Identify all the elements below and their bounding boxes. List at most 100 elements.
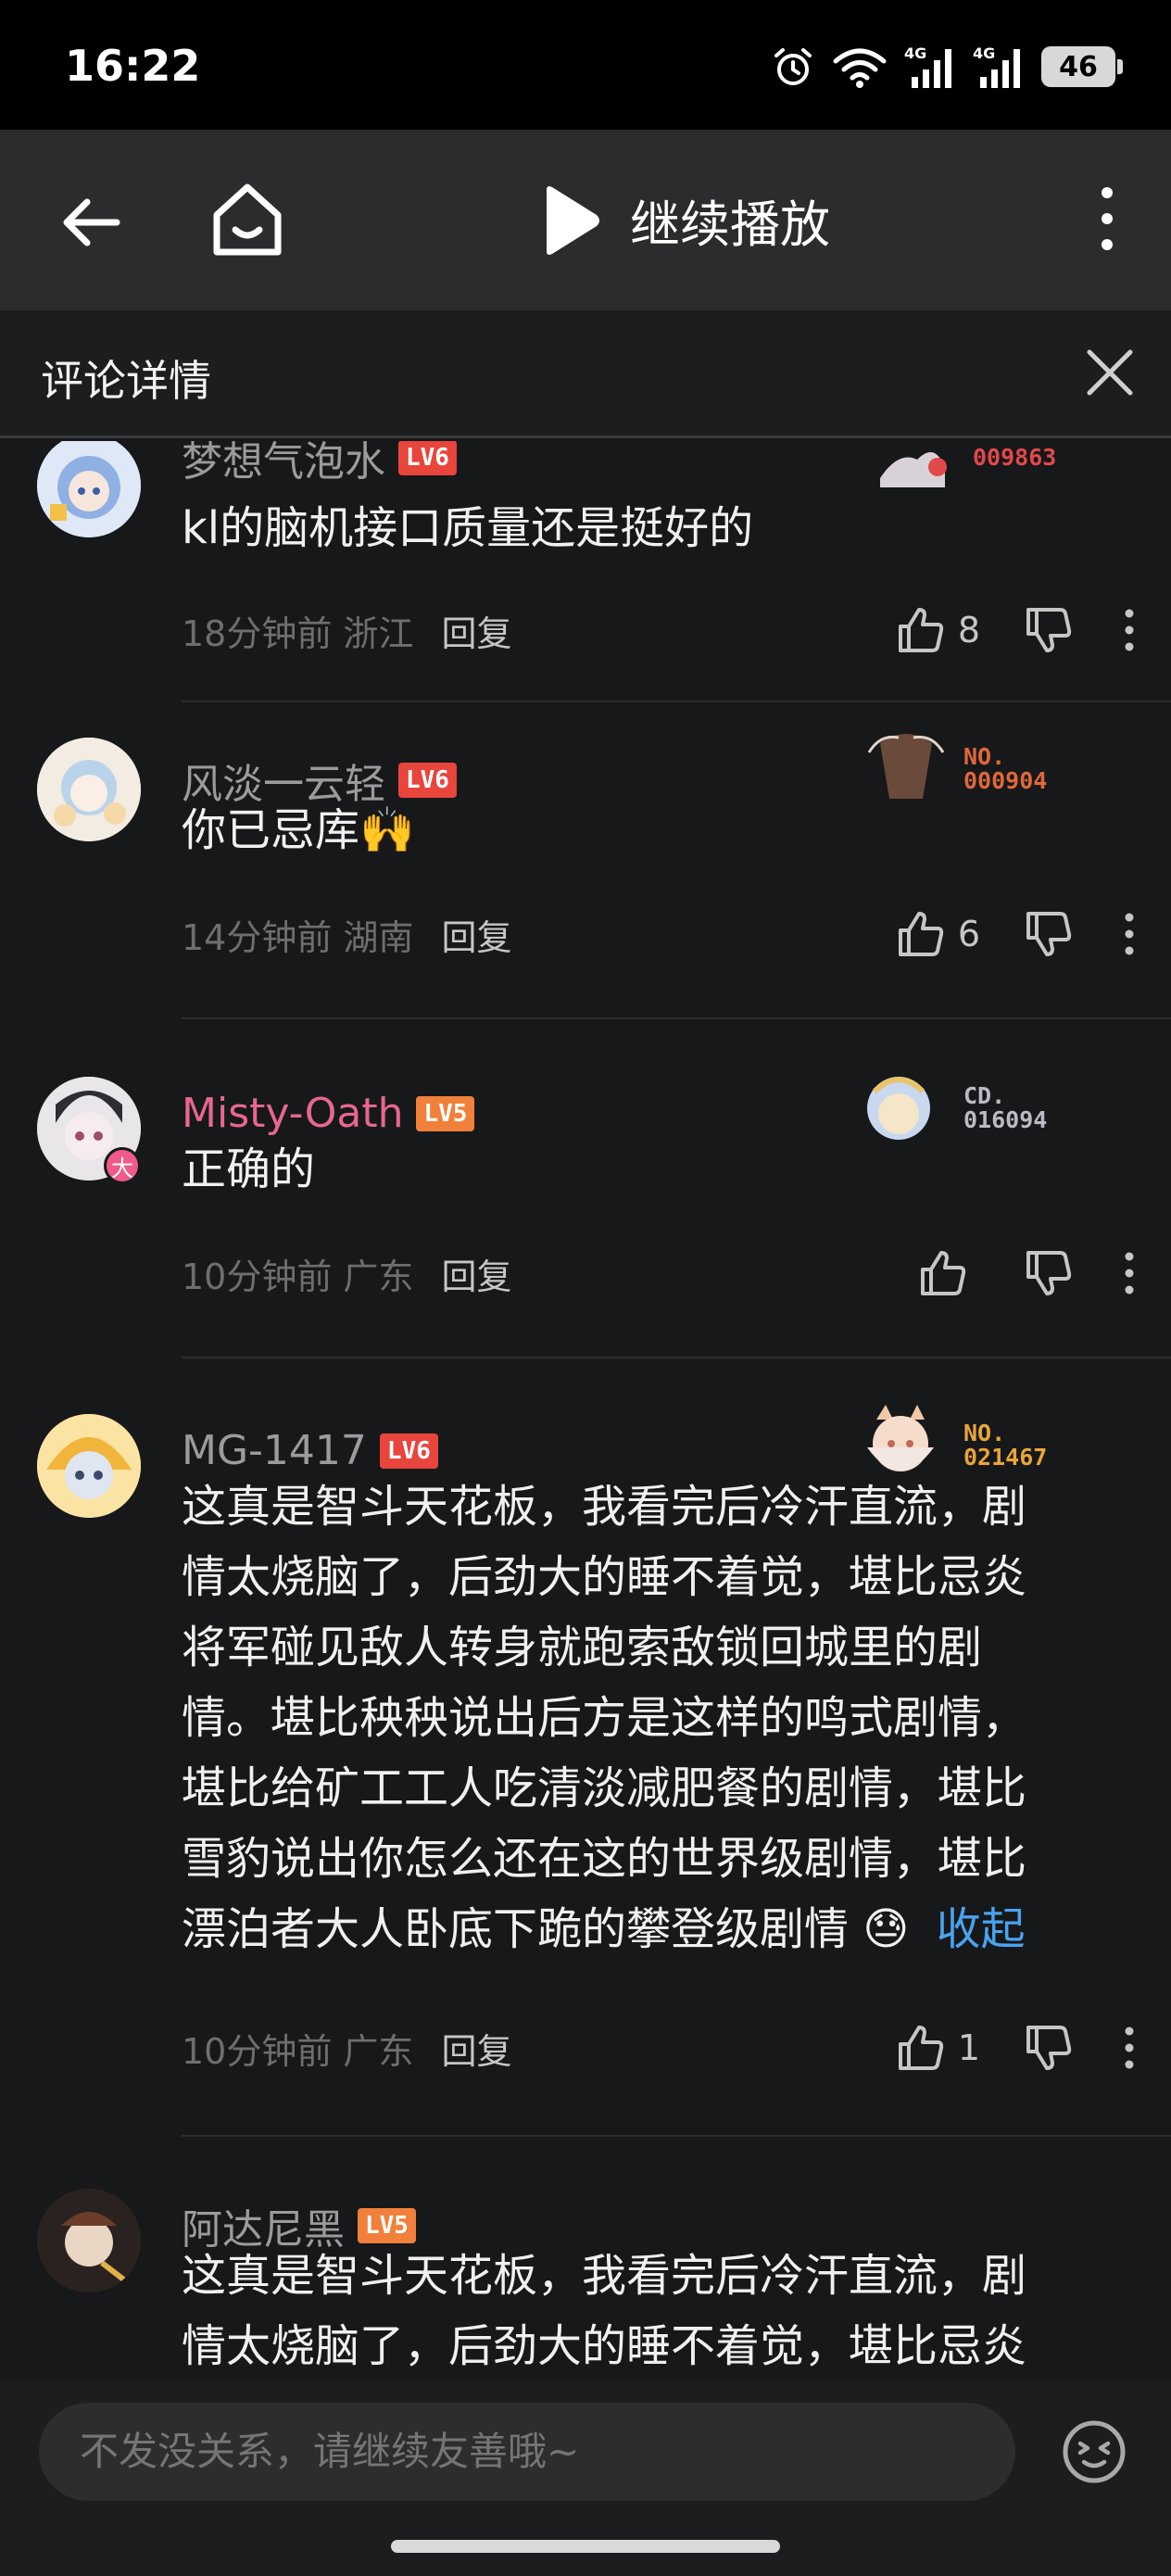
battery-indicator: 46 [1041, 46, 1123, 87]
divider [182, 2135, 1171, 2137]
comment-text: 这真是智斗天花板，我看完后冷汗直流，剧 情太烧脑了，后劲大的睡不着觉，堪比忌炎 [182, 2241, 1127, 2380]
wifi-icon [833, 48, 887, 88]
like-count: 8 [957, 610, 980, 650]
avatar[interactable] [37, 441, 141, 537]
comment-meta: 10分钟前 广东 回复 1 [182, 2020, 1136, 2076]
comment-meta: 14分钟前 湖南 回复 6 [182, 906, 1136, 962]
thumbs-down-icon[interactable] [1025, 1249, 1073, 1297]
alarm-icon [774, 48, 812, 85]
comment-text-line: 漂泊者大人卧底下跪的攀登级剧情 [182, 1903, 850, 1955]
fan-number-prefix: NO. [963, 1420, 1006, 1446]
home-icon[interactable] [206, 178, 289, 261]
like-button[interactable] [919, 1249, 980, 1297]
avatar[interactable] [37, 1414, 141, 1518]
level-badge: LV5 [358, 2208, 416, 2243]
fan-number-value: 021467 [963, 1444, 1048, 1471]
comment-user-row: MG-1417 LV6 [182, 1427, 438, 1474]
divider [182, 701, 1171, 702]
bottom-input-bar [0, 2380, 1171, 2576]
comment-text: kl的脑机接口质量还是挺好的 [182, 502, 754, 554]
status-time: 16:22 [65, 41, 201, 91]
thumbs-up-icon [921, 1251, 966, 1295]
play-icon [547, 185, 599, 255]
comment-actions [919, 1245, 1136, 1301]
comment-text: 正确的 [182, 1143, 316, 1195]
more-vertical-icon[interactable] [1123, 912, 1136, 956]
comment-meta: 18分钟前 浙江 回复 8 [182, 602, 1136, 658]
comment-meta: 10分钟前 广东 回复 [182, 1245, 1136, 1301]
fan-number: CD. 016094 [963, 1084, 1047, 1132]
fan-number: NO. 021467 [963, 1421, 1047, 1470]
avatar-image [37, 1414, 141, 1518]
level-badge: LV6 [379, 1433, 438, 1469]
comment-user-row: 梦想气泡水 LV6 [182, 441, 457, 487]
avatar-image [37, 2189, 141, 2292]
comment-detail-header: 评论详情 [0, 310, 1171, 438]
sweat-emoji: 😓 [863, 1903, 910, 1955]
thumbs-up-icon [898, 912, 943, 956]
avatar[interactable] [37, 2189, 141, 2292]
comment-text-line: 将军碰见敌人转身就跑索敌锁回城里的剧 [182, 1622, 983, 1673]
like-button[interactable]: 8 [897, 606, 980, 654]
home-indicator[interactable] [391, 2540, 780, 2553]
comment-text-line: 这真是智斗天花板，我看完后冷汗直流，剧 [182, 1481, 1027, 1533]
like-button[interactable]: 6 [897, 910, 980, 958]
comment-user-row: Misty-Oath LV5 [182, 1090, 475, 1137]
fan-number: NO. 000904 [963, 745, 1047, 793]
thumbs-down-icon[interactable] [1025, 606, 1073, 654]
avatar[interactable] [37, 738, 141, 841]
divider [182, 1357, 1171, 1358]
divider [182, 1017, 1171, 1019]
like-button[interactable]: 1 [897, 2024, 980, 2072]
emoji-icon[interactable] [1062, 2419, 1127, 2484]
fan-number: 009863 [973, 446, 1056, 470]
top-nav: 继续播放 [0, 130, 1171, 310]
thumbs-up-icon [898, 608, 943, 652]
comment-time-location: 18分钟前 浙江 [182, 612, 414, 654]
comment-time-location: 10分钟前 广东 [182, 1256, 414, 1297]
comment-time-location: 14分钟前 湖南 [182, 916, 414, 958]
back-arrow-icon[interactable] [56, 185, 130, 259]
thumbs-down-icon[interactable] [1025, 910, 1073, 958]
comment-text-line: 这真是智斗天花板，我看完后冷汗直流，剧 [182, 2250, 1027, 2302]
more-vertical-icon[interactable] [1123, 608, 1136, 652]
thumbs-down-icon[interactable] [1025, 2024, 1073, 2072]
collapse-link[interactable]: 收起 [937, 1903, 1026, 1955]
more-vertical-icon[interactable] [1123, 2026, 1136, 2070]
status-icons: 4G 4G 46 [771, 41, 1123, 93]
close-icon[interactable] [1082, 345, 1138, 400]
continue-play-label: 继续播放 [630, 196, 830, 254]
comment-list[interactable]: 梦想气泡水 LV6 009863 kl的脑机接口质量还是挺好的 18分钟前 浙江… [0, 441, 1171, 2380]
level-badge: LV5 [416, 1095, 475, 1131]
avatar-image [37, 441, 141, 537]
svg-text:4G: 4G [973, 44, 995, 62]
continue-play-button[interactable]: 继续播放 [537, 183, 830, 257]
reply-button[interactable]: 回复 [441, 909, 511, 960]
thumbs-up-icon [898, 2026, 943, 2070]
comment-actions: 6 [897, 906, 1136, 962]
like-count: 6 [957, 914, 980, 954]
level-badge: LV6 [398, 763, 457, 798]
page-title: 评论详情 [41, 356, 211, 406]
more-vertical-icon[interactable] [1123, 1251, 1136, 1295]
signal-4g-icon: 4G [904, 44, 951, 88]
comment-text-line: 情太烧脑了，后劲大的睡不着觉，堪比忌炎 [182, 2320, 1027, 2372]
avatar-image [37, 738, 141, 841]
signal-4g-icon: 4G [973, 44, 1020, 88]
more-vertical-icon[interactable] [1089, 183, 1126, 258]
username[interactable]: MG-1417 [182, 1427, 367, 1474]
comment-text-line: 情。堪比秧秧说出后方是这样的鸣式剧情， [182, 1692, 1027, 1744]
username[interactable]: 梦想气泡水 [182, 441, 385, 487]
reply-button[interactable]: 回复 [441, 605, 511, 656]
comment-actions: 1 [897, 2020, 1136, 2076]
fan-number-prefix: CD. [963, 1082, 1006, 1109]
username[interactable]: Misty-Oath [182, 1090, 403, 1137]
comment-text-line: 雪豹说出你怎么还在这的世界级剧情，堪比 [182, 1833, 1027, 1885]
reply-button[interactable]: 回复 [441, 2023, 511, 2074]
comment-text-line: 堪比给矿工工人吃清淡减肥餐的剧情，堪比 [182, 1762, 1027, 1814]
comment-input[interactable] [39, 2403, 1015, 2501]
reply-button[interactable]: 回复 [441, 1248, 511, 1299]
fan-number-value: 016094 [963, 1106, 1048, 1133]
like-count: 1 [957, 2027, 980, 2068]
fan-number-value: 000904 [963, 767, 1048, 794]
